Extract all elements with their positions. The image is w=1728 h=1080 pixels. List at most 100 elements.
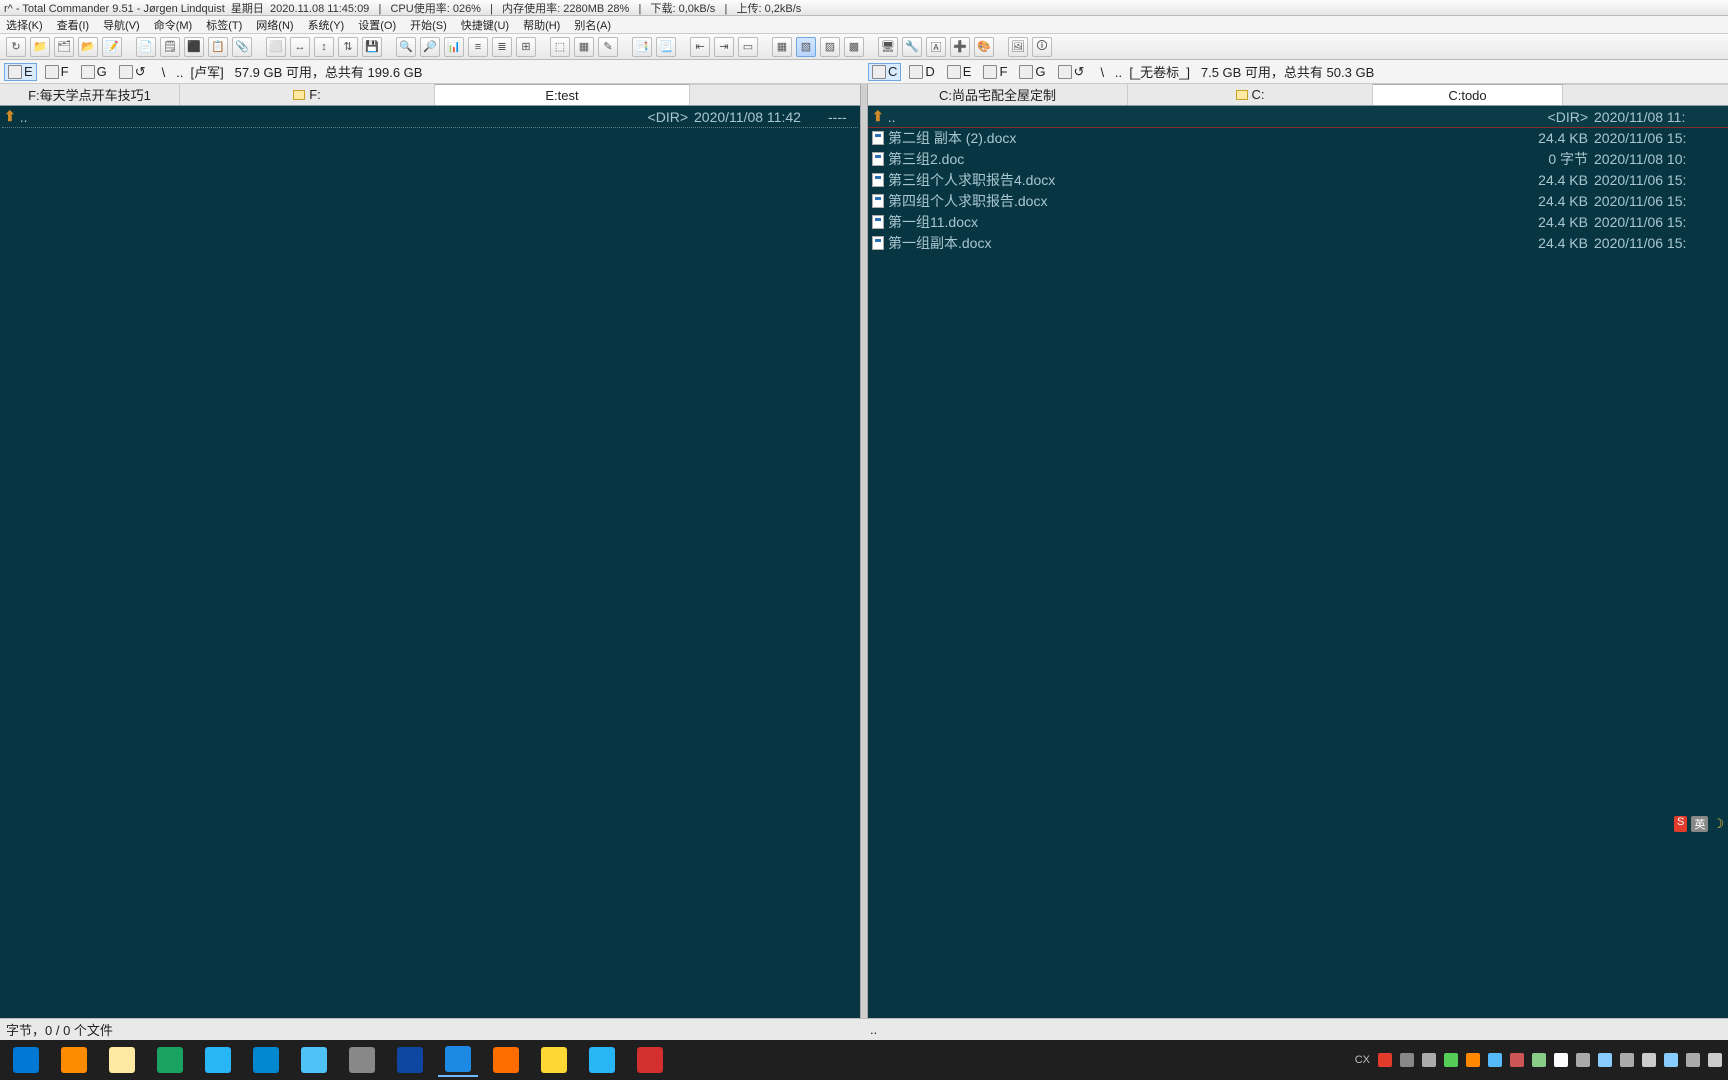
tray-icon[interactable] (1554, 1053, 1568, 1067)
toolbar-button[interactable]: ↔ (290, 37, 310, 57)
menu-item[interactable]: 帮助(H) (523, 17, 560, 33)
toolbar-button[interactable]: 📁 (30, 37, 50, 57)
menu-item[interactable]: 开始(S) (410, 17, 447, 33)
menu-item[interactable]: 快捷键(U) (461, 17, 509, 33)
taskbar-app[interactable] (6, 1043, 46, 1077)
toolbar-button[interactable]: 🖥 (878, 37, 898, 57)
toolbar-button[interactable]: ≣ (492, 37, 512, 57)
drive-button-G[interactable]: G (1015, 63, 1049, 81)
taskbar-app[interactable] (342, 1043, 382, 1077)
toolbar-button[interactable]: 📃 (656, 37, 676, 57)
toolbar-button[interactable]: ▦ (574, 37, 594, 57)
ime-indicator[interactable]: S 英 ☽ (1674, 816, 1724, 832)
drive-button-↺[interactable]: ↺ (1054, 63, 1089, 81)
folder-tab[interactable]: E:test (435, 84, 690, 105)
toolbar-button[interactable]: 🛈 (1032, 37, 1052, 57)
file-row[interactable]: 第四组个人求职报告.docx24.4 KB2020/11/06 15: (868, 190, 1728, 211)
taskbar-app[interactable] (54, 1043, 94, 1077)
folder-tab[interactable]: C:todo (1373, 84, 1563, 105)
toolbar-button[interactable]: ⇤ (690, 37, 710, 57)
tray-icon[interactable] (1642, 1053, 1656, 1067)
toolbar-button[interactable]: 📝 (102, 37, 122, 57)
folder-tab[interactable]: F: (180, 84, 435, 105)
file-row[interactable]: 第三组2.doc0 字节2020/11/08 10: (868, 148, 1728, 169)
folder-tab[interactable]: C: (1128, 84, 1373, 105)
menu-item[interactable]: 命令(M) (154, 17, 193, 33)
file-row[interactable]: 第二组 副本 (2).docx24.4 KB2020/11/06 15: (868, 127, 1728, 148)
toolbar-button[interactable]: 🄰 (926, 37, 946, 57)
toolbar-button[interactable]: ≡ (468, 37, 488, 57)
toolbar-button[interactable]: ▦ (772, 37, 792, 57)
taskbar-app[interactable] (150, 1043, 190, 1077)
toolbar-button[interactable]: 📊 (444, 37, 464, 57)
drive-button-↺[interactable]: ↺ (115, 63, 150, 81)
tray-icon[interactable] (1466, 1053, 1480, 1067)
tray-icon[interactable] (1444, 1053, 1458, 1067)
toolbar-button[interactable]: ▭ (738, 37, 758, 57)
tray-icon[interactable] (1488, 1053, 1502, 1067)
toolbar-button[interactable]: ⇅ (338, 37, 358, 57)
tray-icon[interactable] (1400, 1053, 1414, 1067)
drive-button-E[interactable]: E (943, 63, 976, 81)
left-file-list[interactable]: ⬆..<DIR>2020/11/08 11:42---- (0, 106, 860, 1018)
pane-divider[interactable] (860, 84, 868, 1018)
tray-icon[interactable] (1598, 1053, 1612, 1067)
taskbar-app[interactable] (438, 1043, 478, 1077)
file-row[interactable]: 第三组个人求职报告4.docx24.4 KB2020/11/06 15: (868, 169, 1728, 190)
folder-tab[interactable]: F:每天学点开车技巧1 (0, 84, 180, 105)
tray-icon[interactable] (1532, 1053, 1546, 1067)
drive-button-D[interactable]: D (905, 63, 938, 81)
system-tray[interactable]: CX (1355, 1053, 1722, 1067)
toolbar-button[interactable]: 🗂 (54, 37, 74, 57)
toolbar-button[interactable]: ⊞ (516, 37, 536, 57)
taskbar-app[interactable] (198, 1043, 238, 1077)
drive-button-C[interactable]: C (868, 63, 901, 81)
toolbar-button[interactable]: 🖼 (1008, 37, 1028, 57)
toolbar-button[interactable]: ⬜ (266, 37, 286, 57)
toolbar-button[interactable]: ⬚ (550, 37, 570, 57)
toolbar-button[interactable]: ▨ (820, 37, 840, 57)
drive-button-G[interactable]: G (77, 63, 111, 81)
menu-item[interactable]: 别名(A) (574, 17, 611, 33)
toolbar-button[interactable]: 📋 (208, 37, 228, 57)
taskbar-app[interactable] (102, 1043, 142, 1077)
taskbar-app[interactable] (630, 1043, 670, 1077)
tray-icon[interactable] (1686, 1053, 1700, 1067)
toolbar-button[interactable]: ↻ (6, 37, 26, 57)
toolbar-button[interactable]: 🔧 (902, 37, 922, 57)
drive-button-F[interactable]: F (979, 63, 1011, 81)
tray-icon[interactable] (1708, 1053, 1722, 1067)
taskbar-app[interactable] (582, 1043, 622, 1077)
tray-icon[interactable] (1378, 1053, 1392, 1067)
file-row[interactable]: 第一组11.docx24.4 KB2020/11/06 15: (868, 211, 1728, 232)
menu-item[interactable]: 标签(T) (206, 17, 242, 33)
taskbar-app[interactable] (534, 1043, 574, 1077)
toolbar-button[interactable]: 🔎 (420, 37, 440, 57)
menu-item[interactable]: 系统(Y) (308, 17, 345, 33)
toolbar-button[interactable]: ↕ (314, 37, 334, 57)
tray-icon[interactable] (1664, 1053, 1678, 1067)
file-row[interactable]: ⬆..<DIR>2020/11/08 11:42---- (0, 106, 860, 127)
file-row[interactable]: ⬆..<DIR>2020/11/08 11: (868, 106, 1728, 127)
toolbar-button[interactable]: ⇥ (714, 37, 734, 57)
tray-icon[interactable] (1576, 1053, 1590, 1067)
toolbar-button[interactable]: 📑 (632, 37, 652, 57)
taskbar-app[interactable] (390, 1043, 430, 1077)
taskbar-app[interactable] (486, 1043, 526, 1077)
menu-item[interactable]: 查看(I) (57, 17, 89, 33)
toolbar-button[interactable]: 💾 (362, 37, 382, 57)
toolbar-button[interactable]: ⬛ (184, 37, 204, 57)
toolbar-button[interactable]: ➕ (950, 37, 970, 57)
toolbar-button[interactable]: 🎨 (974, 37, 994, 57)
toolbar-button[interactable]: ▩ (844, 37, 864, 57)
toolbar-button[interactable]: 📎 (232, 37, 252, 57)
folder-tab[interactable]: C:尚品宅配全屋定制 (868, 84, 1128, 105)
toolbar-button[interactable]: 🔍 (396, 37, 416, 57)
menu-item[interactable]: 导航(V) (103, 17, 140, 33)
right-file-list[interactable]: ⬆..<DIR>2020/11/08 11:第二组 副本 (2).docx24.… (868, 106, 1728, 1018)
toolbar-button[interactable]: 📂 (78, 37, 98, 57)
tray-icon[interactable] (1510, 1053, 1524, 1067)
menu-item[interactable]: 网络(N) (256, 17, 293, 33)
file-row[interactable]: 第一组副本.docx24.4 KB2020/11/06 15: (868, 232, 1728, 253)
tray-icon[interactable] (1422, 1053, 1436, 1067)
